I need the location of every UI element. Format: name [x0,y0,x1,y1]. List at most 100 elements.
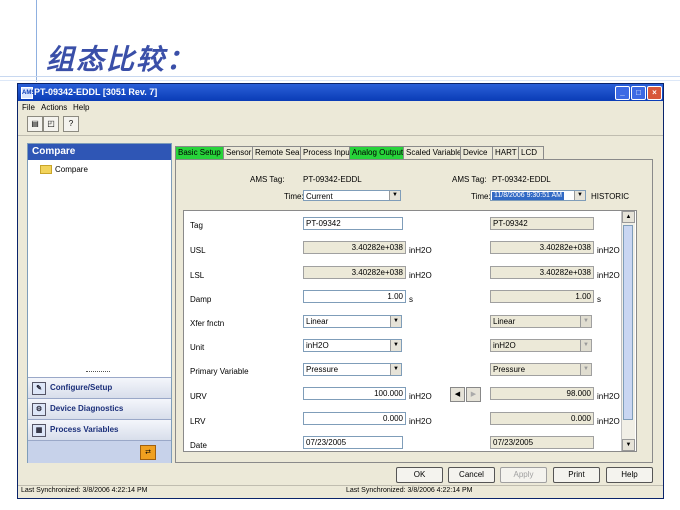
unit-historic: inH2O ▼ [490,339,592,352]
menu-bar: File Actions Help [18,101,663,113]
splitter-grip[interactable] [86,371,110,374]
unit-label: inH2O [409,392,432,401]
urv-historic-field: 98.000 [490,387,594,400]
folder-icon [40,165,52,175]
xfer-function-select[interactable]: Linear ▼ [303,315,402,328]
date-historic-field: 07/23/2005 [490,436,594,449]
maximize-button[interactable]: □ [631,86,646,100]
tab-remote-seal[interactable]: Remote Seal [252,146,302,159]
cancel-button[interactable]: Cancel [448,467,495,483]
tab-analog-output[interactable]: Analog Output [349,146,405,159]
chevron-down-icon: ▼ [580,340,591,351]
nav-device-diagnostics[interactable]: ⚙ Device Diagnostics [28,398,171,419]
row-label: LSL [190,271,205,280]
unit-label: inH2O [597,417,620,426]
unit-label: inH2O [597,246,620,255]
scroll-up-icon[interactable]: ▲ [622,211,635,223]
row-label: Damp [190,295,212,304]
tab-device[interactable]: Device [460,146,494,159]
tag-input[interactable]: PT-09342 [303,217,403,230]
lsl-historic-field: 3.40282e+038 [490,266,594,279]
copy-left-icon[interactable]: ◀ [450,387,465,402]
unit-label: s [597,295,601,304]
tab-scaled-variable[interactable]: Scaled Variable [403,146,462,159]
wrench-icon: ✎ [32,382,46,395]
time-label: Time: [284,192,304,201]
slide-title: 组态比较： [46,43,197,76]
damp-input[interactable]: 1.00 [303,290,406,303]
primary-variable-select[interactable]: Pressure ▼ [303,363,402,376]
print-preview-icon[interactable]: ◰ [43,116,59,132]
usl-historic-field: 3.40282e+038 [490,241,594,254]
chevron-down-icon: ▼ [580,316,591,327]
lrv-input[interactable]: 0.000 [303,412,406,425]
print-icon[interactable]: ▤ [27,116,43,132]
ams-tag-current: PT-09342-EDDL [303,175,362,184]
chevron-down-icon: ▼ [390,364,401,375]
unit-label: inH2O [597,271,620,280]
window-title: PT-09342-EDDL [3051 Rev. 7] [34,87,158,97]
minimize-button[interactable]: _ [615,86,630,100]
row-label: URV [190,392,207,401]
row-label: Xfer fnctn [190,319,225,328]
scroll-down-icon[interactable]: ▼ [622,439,635,451]
unit-label: inH2O [409,271,432,280]
menu-help[interactable]: Help [73,103,89,112]
scroll-thumb[interactable] [623,225,633,420]
context-help-icon[interactable]: ? [63,116,79,132]
lsl-field: 3.40282e+038 [303,266,406,279]
vertical-scrollbar[interactable]: ▲ ▼ [621,211,635,451]
close-button[interactable]: × [647,86,662,100]
chevron-down-icon: ▼ [389,191,400,200]
chevron-down-icon: ▼ [390,340,401,351]
diagnostics-icon: ⚙ [32,403,46,416]
apply-button[interactable]: Apply [500,467,547,483]
unit-label: inH2O [409,246,432,255]
row-label: Unit [190,343,205,352]
title-bar[interactable]: AMS PT-09342-EDDL [3051 Rev. 7] _ □ × [18,84,663,101]
tab-lcd[interactable]: LCD [518,146,544,159]
xfer-function-historic: Linear ▼ [490,315,592,328]
menu-file[interactable]: File [22,103,35,112]
ams-tag-label: AMS Tag: [452,175,487,184]
row-label: LRV [190,417,206,426]
chevron-down-icon: ▼ [574,191,585,200]
print-button[interactable]: Print [553,467,600,483]
toolbar: ▤ ◰ ? [18,113,663,136]
ok-button[interactable]: OK [396,467,443,483]
status-left: Last Synchronized: 3/8/2006 4:22:14 PM [21,487,148,494]
damp-historic-field: 1.00 [490,290,594,303]
urv-input[interactable]: 100.000 [303,387,406,400]
tab-sensor[interactable]: Sensor [223,146,254,159]
tab-hart[interactable]: HART [492,146,520,159]
navigation-pane: Compare Compare ✎ Configure/Setup ⚙ Device… [27,143,172,463]
tree-item-compare[interactable]: Compare [40,165,88,175]
date-input[interactable]: 07/23/2005 [303,436,403,449]
chart-icon: ▦ [32,424,46,437]
nav-configure-setup[interactable]: ✎ Configure/Setup [28,377,171,398]
tab-basic-setup[interactable]: Basic Setup [175,146,225,159]
time-select-current[interactable]: Current ▼ [303,190,401,201]
menu-actions[interactable]: Actions [41,103,67,112]
unit-label: inH2O [597,392,620,401]
comparison-grid: Tag PT-09342 PT-09342 USL 3.40282e+038 i… [183,210,637,452]
app-icon: AMS [21,87,35,99]
options-icon[interactable]: ⇄ [140,445,156,460]
usl-field: 3.40282e+038 [303,241,406,254]
historic-label: HISTORIC [591,192,630,201]
nav-footer: ⇄ [28,440,171,463]
copy-right-icon[interactable]: ▶ [466,387,481,402]
unit-select[interactable]: inH2O ▼ [303,339,402,352]
row-label: Date [190,441,207,450]
chevron-down-icon: ▼ [390,316,401,327]
tab-process-input[interactable]: Process Input [300,146,352,159]
row-label: Primary Variable [190,367,249,376]
pane-header: Compare [28,144,171,160]
tag-historic-field: PT-09342 [490,217,594,230]
time-select-historic[interactable]: 11/8/2006 9:30:51 AM ▼ [490,190,586,201]
help-button[interactable]: Help [606,467,653,483]
nav-process-variables[interactable]: ▦ Process Variables [28,419,171,440]
ams-tag-historic: PT-09342-EDDL [492,175,551,184]
primary-variable-historic: Pressure ▼ [490,363,592,376]
app-window: AMS PT-09342-EDDL [3051 Rev. 7] _ □ × Fi… [17,83,664,499]
